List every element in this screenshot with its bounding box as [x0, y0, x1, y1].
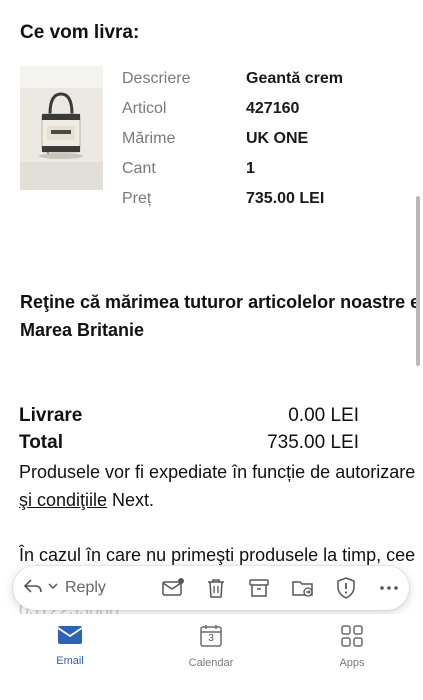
delivery-value: 0.00 LEI [288, 405, 359, 426]
reply-label: Reply [65, 579, 106, 596]
late-delivery-paragraph: În cazul în care nu primeşti produsele l… [19, 541, 423, 569]
more-options-icon[interactable] [377, 576, 401, 600]
archive-icon[interactable] [247, 576, 271, 600]
detail-label: Mărime [122, 130, 176, 147]
reply-icon [23, 576, 43, 601]
tab-apps[interactable]: Apps [307, 624, 397, 669]
detail-label: Preț [122, 190, 152, 207]
terms-link[interactable]: şi condiţiile [19, 490, 107, 510]
size-notice-line-1: Reţine că mărimea tuturor articolelor no… [20, 292, 421, 312]
detail-row-description: Descriere Geantă crem [122, 70, 422, 100]
email-reading-view: Ce vom livra: Descriere Geantă crem Arti… [0, 0, 423, 700]
bottom-tab-bar: Email 3 Calendar Apps [0, 614, 423, 700]
detail-value: 427160 [246, 100, 300, 117]
tab-calendar[interactable]: 3 Calendar [166, 624, 256, 669]
message-action-toolbar: Reply [13, 566, 409, 610]
detail-row-quantity: Cant 1 [122, 160, 422, 190]
tab-label: Calendar [188, 657, 234, 669]
order-section-title: Ce vom livra: [20, 22, 140, 43]
tab-label: Email [56, 655, 84, 667]
detail-value: 735.00 LEI [246, 190, 325, 207]
mark-unread-icon[interactable] [161, 576, 185, 600]
detail-value: 1 [246, 160, 255, 177]
report-shield-icon[interactable] [334, 576, 358, 600]
tab-label: Apps [339, 657, 365, 669]
calendar-day-number: 3 [208, 633, 214, 644]
total-value: 735.00 LEI [267, 432, 359, 453]
detail-label: Cant [122, 160, 156, 177]
size-notice-line-2: Marea Britanie [20, 320, 145, 340]
detail-label: Descriere [122, 70, 191, 87]
detail-value: Geantă crem [246, 70, 343, 87]
size-notice: Reţine că mărimea tuturor articolelor no… [20, 288, 423, 344]
detail-row-size: Mărime UK ONE [122, 130, 422, 160]
product-image[interactable] [20, 66, 103, 190]
scrollbar[interactable] [416, 196, 420, 366]
shipping-line-1: Produsele vor fi expediate în funcție de… [19, 462, 416, 482]
total-row: Total 735.00 LEI [19, 432, 359, 458]
calendar-icon: 3 [200, 624, 222, 648]
trash-icon[interactable] [204, 576, 228, 600]
late-delivery-line: În cazul în care nu primeşti produsele l… [19, 545, 416, 565]
delivery-row: Livrare 0.00 LEI [19, 405, 359, 431]
detail-label: Articol [122, 100, 167, 117]
mail-icon [57, 626, 83, 650]
tab-email[interactable]: Email [25, 624, 115, 667]
total-label: Total [19, 432, 63, 453]
shipping-line-2-text: Next. [107, 490, 155, 510]
apps-grid-icon [340, 625, 364, 652]
reply-button[interactable]: Reply [23, 566, 106, 610]
detail-row-article: Articol 427160 [122, 100, 422, 130]
detail-value: UK ONE [246, 130, 309, 147]
bag-illustration [20, 92, 103, 190]
shipping-paragraph: Produsele vor fi expediate în funcție de… [19, 458, 423, 514]
delivery-label: Livrare [19, 405, 83, 426]
chevron-down-icon[interactable] [47, 579, 59, 597]
shipping-line-2: şi condiţiile Next. [19, 486, 423, 514]
move-to-folder-icon[interactable] [291, 576, 315, 600]
detail-row-price: Preț 735.00 LEI [122, 190, 422, 220]
order-details-table: Descriere Geantă crem Articol 427160 Măr… [122, 70, 422, 220]
